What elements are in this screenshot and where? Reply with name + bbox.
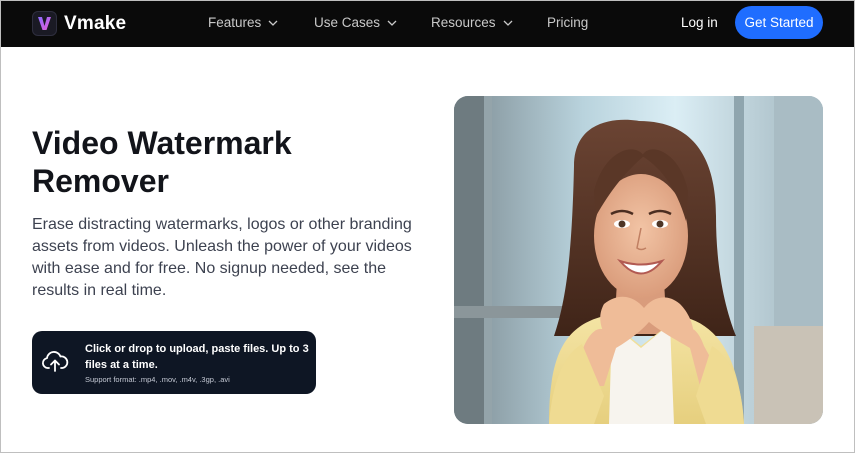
nav-item-features[interactable]: Features [208,15,278,30]
brand-link[interactable]: Vmake [32,11,126,36]
top-navbar: Vmake Features Use Cases Resources Prici… [1,1,854,47]
upload-dropzone[interactable]: Click or drop to upload, paste files. Up… [32,331,316,394]
upload-label: Click or drop to upload, paste files. Up… [85,343,309,371]
chevron-down-icon [387,20,397,26]
brand-name: Vmake [64,12,127,34]
chevron-down-icon [503,20,512,26]
vmake-logo-icon [32,11,57,36]
page-title: Video Watermark Remover [32,125,292,199]
cloud-upload-icon [42,351,69,372]
login-link[interactable]: Log in [681,15,718,30]
nav-item-label: Resources [431,15,496,30]
upload-support-formats: Support format: .mp4, .mov, .m4v, .3gp, … [85,375,230,384]
smiling-woman-photo [454,96,823,424]
nav-item-resources[interactable]: Resources [431,15,513,30]
nav-item-pricing[interactable]: Pricing [547,15,588,30]
nav-item-label: Pricing [547,15,589,30]
nav-item-label: Use Cases [314,15,381,30]
hero-description: Erase distracting watermarks, logos or o… [32,216,412,299]
nav-item-use-cases[interactable]: Use Cases [314,15,397,30]
chevron-down-icon [268,20,278,26]
nav-item-label: Features [208,15,262,30]
get-started-button[interactable]: Get Started [735,6,823,39]
